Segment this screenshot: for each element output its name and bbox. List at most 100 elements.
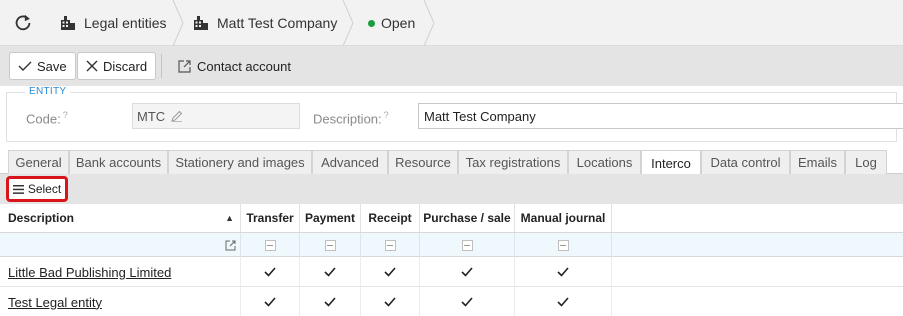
select-label: Select (27, 182, 62, 196)
breadcrumb-label: Legal entities (84, 15, 167, 31)
discard-button[interactable]: Discard (77, 52, 157, 80)
external-link-icon (178, 59, 191, 73)
cell-payment[interactable] (300, 257, 361, 287)
tab-locations[interactable]: Locations (568, 150, 641, 174)
table-row: Little Bad Publishing Limited (0, 257, 903, 287)
description-label: Description:? (313, 110, 389, 126)
column-header-payment[interactable]: Payment (300, 204, 361, 232)
toolbar-divider (161, 54, 162, 78)
tab-resource[interactable]: Resource (388, 150, 458, 174)
entity-section: ENTITY Code:? MTC Description:? Matt Tes… (6, 86, 903, 142)
checkmark-icon[interactable] (324, 297, 336, 307)
table-row: Test Legal entity (0, 287, 903, 316)
external-link-icon[interactable] (225, 240, 236, 251)
menu-icon (12, 184, 24, 194)
refresh-icon[interactable] (12, 12, 34, 34)
info-marker-icon: ? (383, 110, 389, 120)
checkmark-icon[interactable] (384, 267, 396, 277)
checkmark-icon[interactable] (461, 267, 473, 277)
tab-tax-registrations[interactable]: Tax registrations (458, 150, 568, 174)
checkmark-icon[interactable] (264, 297, 276, 307)
select-button[interactable]: Select (6, 176, 68, 202)
tab-log[interactable]: Log (845, 150, 887, 174)
entity-link[interactable]: Little Bad Publishing Limited (0, 265, 171, 280)
tab-stationery-and-images[interactable]: Stationery and images (168, 150, 312, 174)
filter-receipt[interactable] (361, 233, 420, 257)
filter-description[interactable] (0, 233, 241, 257)
filter-purchase-sale[interactable] (420, 233, 515, 257)
contact-account-button[interactable]: Contact account (178, 52, 291, 80)
entity-legend: ENTITY (25, 86, 71, 97)
breadcrumb-label: Matt Test Company (217, 15, 338, 31)
checkmark-icon[interactable] (557, 267, 569, 277)
breadcrumb-separator (423, 0, 435, 46)
filter-checkbox[interactable] (324, 239, 336, 251)
cell-manual-journal[interactable] (515, 257, 612, 287)
grid-toolbar: Select (0, 174, 903, 204)
cell-description: Test Legal entity (0, 287, 241, 316)
filter-checkbox[interactable] (557, 239, 569, 251)
cell-purchase-sale[interactable] (420, 287, 515, 316)
cell-transfer[interactable] (241, 257, 300, 287)
tab-general[interactable]: General (8, 150, 69, 174)
cell-purchase-sale[interactable] (420, 257, 515, 287)
building-icon (194, 16, 208, 30)
discard-label: Discard (103, 58, 148, 74)
breadcrumb-company[interactable]: Matt Test Company (193, 0, 337, 46)
column-header-receipt[interactable]: Receipt (361, 204, 420, 232)
cell-description: Little Bad Publishing Limited (0, 257, 241, 287)
description-value: Matt Test Company (424, 108, 536, 124)
tab-bar: General Bank accounts Stationery and ima… (0, 148, 903, 175)
contact-account-label: Contact account (197, 58, 291, 74)
checkmark-icon[interactable] (324, 267, 336, 277)
sort-ascending-icon[interactable]: ▲ (225, 213, 234, 223)
code-label-text: Code: (26, 111, 61, 127)
grid-header-row: Description ▲ Transfer Payment Receipt P… (0, 204, 903, 233)
column-header-purchase-sale[interactable]: Purchase / sale (420, 204, 515, 232)
cell-transfer[interactable] (241, 287, 300, 316)
filter-checkbox[interactable] (461, 239, 473, 251)
status-dot-icon (368, 19, 375, 27)
code-label: Code:? (26, 110, 68, 126)
tab-bank-accounts[interactable]: Bank accounts (69, 150, 168, 174)
cell-receipt[interactable] (361, 287, 420, 316)
status-badge: Open (368, 0, 415, 46)
toolbar: Save Discard Contact account (0, 46, 903, 86)
breadcrumb-separator (342, 0, 354, 46)
column-header-manual-journal[interactable]: Manual journal (515, 204, 612, 232)
grid-filter-row (0, 233, 903, 257)
tab-emails[interactable]: Emails (790, 150, 845, 174)
checkmark-icon[interactable] (384, 297, 396, 307)
description-input[interactable]: Matt Test Company (418, 103, 903, 129)
save-button[interactable]: Save (9, 52, 76, 80)
building-icon (61, 16, 75, 30)
entity-link[interactable]: Test Legal entity (0, 295, 102, 310)
column-header-description[interactable]: Description ▲ (0, 204, 241, 232)
tab-data-control[interactable]: Data control (701, 150, 790, 174)
breadcrumb-separator (172, 0, 184, 46)
close-icon (86, 60, 98, 72)
column-header-label: Description (8, 211, 75, 225)
info-marker-icon: ? (62, 110, 68, 120)
tab-interco[interactable]: Interco (641, 150, 701, 175)
filter-transfer[interactable] (241, 233, 300, 257)
checkmark-icon[interactable] (264, 267, 276, 277)
checkmark-icon[interactable] (557, 297, 569, 307)
filter-manual-journal[interactable] (515, 233, 612, 257)
checkmark-icon[interactable] (461, 297, 473, 307)
tab-advanced[interactable]: Advanced (312, 150, 388, 174)
filter-checkbox[interactable] (384, 239, 396, 251)
code-field: MTC (132, 103, 300, 129)
pencil-icon[interactable] (171, 110, 183, 122)
description-label-text: Description: (313, 111, 382, 127)
cell-receipt[interactable] (361, 257, 420, 287)
status-label: Open (381, 15, 416, 31)
column-header-transfer[interactable]: Transfer (241, 204, 300, 232)
cell-payment[interactable] (300, 287, 361, 316)
breadcrumb: Legal entities Matt Test Company Open (0, 0, 903, 46)
breadcrumb-legal-entities[interactable]: Legal entities (60, 0, 167, 46)
check-icon (18, 61, 32, 71)
filter-payment[interactable] (300, 233, 361, 257)
cell-manual-journal[interactable] (515, 287, 612, 316)
filter-checkbox[interactable] (264, 239, 276, 251)
